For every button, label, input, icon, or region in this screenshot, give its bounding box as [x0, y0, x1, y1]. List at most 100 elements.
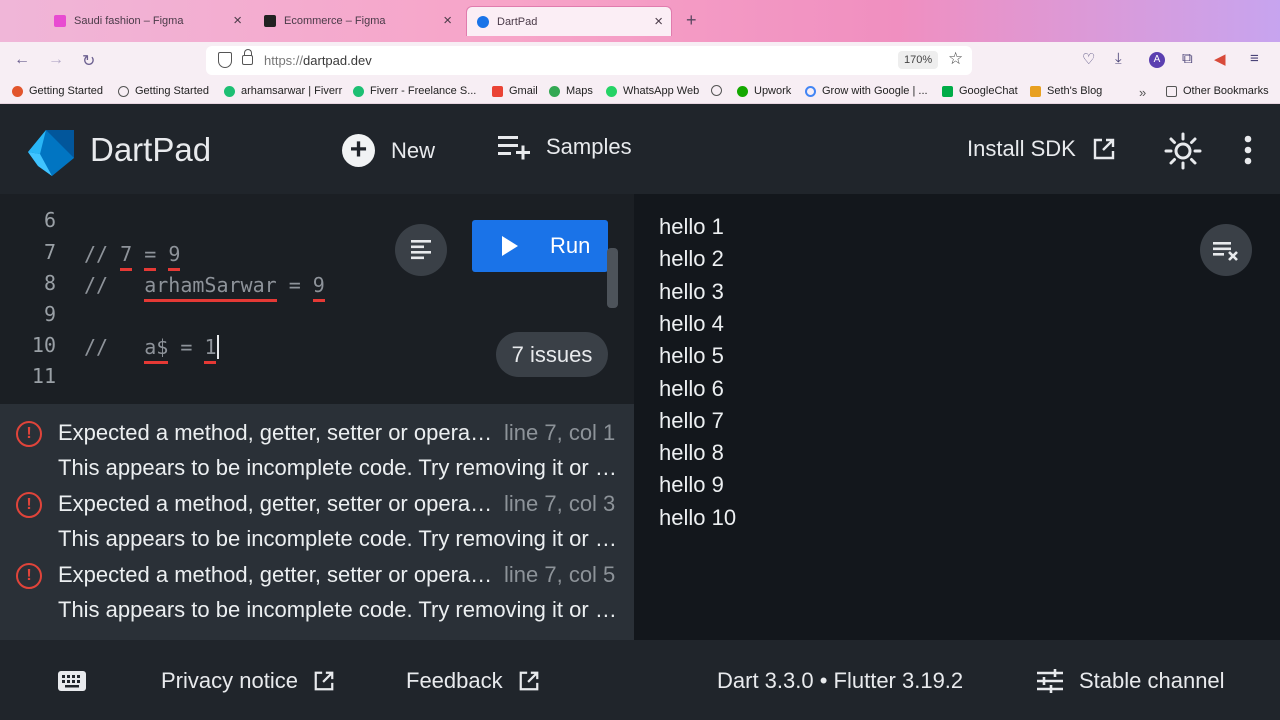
bookmark-item[interactable]: Maps — [549, 85, 593, 97]
editor-scrollbar[interactable] — [607, 248, 618, 308]
line-number: 9 — [43, 302, 56, 326]
keyboard-shortcuts-button[interactable] — [58, 671, 86, 691]
new-label: New — [391, 137, 436, 163]
text-cursor — [217, 335, 220, 359]
shield-icon[interactable] — [218, 52, 232, 68]
code-token-error: 1 — [204, 335, 217, 364]
line-number: 8 — [43, 271, 56, 295]
console-line: hello 5 — [659, 343, 724, 368]
bookmark-item[interactable] — [711, 85, 728, 96]
plus-circle-icon: + — [342, 134, 375, 167]
tab-ecommerce[interactable]: Ecommerce – Figma × — [254, 6, 460, 36]
firefox-icon — [12, 85, 23, 97]
back-arrow-icon[interactable]: ← — [14, 51, 30, 69]
figma-icon — [264, 15, 276, 27]
bookmark-item[interactable]: GoogleChat — [942, 85, 1018, 97]
problems-panel: ! Expected a method, getter, setter or o… — [0, 404, 634, 640]
problem-item[interactable]: ! Expected a method, getter, setter or o… — [0, 546, 634, 622]
extensions-icon[interactable]: ⧉ — [1182, 50, 1193, 67]
tab-dartpad[interactable]: DartPad × — [466, 6, 672, 36]
bookmark-item[interactable]: Seth's Blog — [1030, 85, 1102, 97]
download-icon[interactable]: ⤓ — [1115, 50, 1122, 67]
close-icon[interactable]: × — [654, 13, 663, 30]
format-button[interactable] — [395, 224, 447, 276]
bookmark-item[interactable]: Fiverr - Freelance S... — [353, 85, 476, 97]
seths-blog-icon — [1030, 85, 1041, 97]
bookmark-item[interactable]: WhatsApp Web — [606, 85, 699, 97]
bookmark-label: GoogleChat — [959, 85, 1018, 97]
bookmark-label: Getting Started — [29, 85, 103, 97]
code-line-8[interactable]: // arhamSarwar = 9 — [84, 273, 325, 302]
address-bar[interactable]: https://dartpad.dev 170% ☆ — [206, 46, 972, 75]
bookmark-item[interactable]: Getting Started — [12, 85, 103, 97]
code-token-error: 9 — [168, 242, 181, 271]
bookmark-label: Gmail — [509, 85, 538, 97]
chevron-right-icon[interactable]: » — [1139, 85, 1146, 100]
code-token: = — [276, 273, 313, 297]
console-line: hello 4 — [659, 311, 724, 336]
account-avatar-icon[interactable]: A — [1149, 52, 1165, 68]
samples-button[interactable]: Samples — [498, 134, 632, 160]
bookmark-label: Seth's Blog — [1047, 85, 1103, 97]
issues-count-badge[interactable]: 7 issues — [496, 332, 608, 377]
lock-icon[interactable] — [242, 49, 253, 65]
theme-sun-icon[interactable] — [1164, 132, 1202, 170]
forward-arrow-icon[interactable]: → — [48, 51, 64, 69]
problem-message: Expected a method, getter, setter or ope… — [58, 420, 496, 445]
line-number: 11 — [31, 364, 56, 388]
code-token-error: arhamSarwar — [144, 273, 277, 302]
bookmark-item[interactable]: Getting Started — [118, 85, 209, 97]
speaker-icon[interactable]: ◀ — [1214, 50, 1226, 68]
error-icon: ! — [16, 492, 42, 518]
problem-detail: This appears to be incomplete code. Try … — [58, 597, 618, 622]
problem-message: Expected a method, getter, setter or ope… — [58, 491, 496, 516]
code-token: // — [84, 335, 145, 359]
globe-icon — [118, 85, 129, 97]
console-line: hello 6 — [659, 376, 724, 401]
tab-saudi-fashion[interactable]: Saudi fashion – Figma × — [44, 6, 250, 36]
run-label: Run — [550, 233, 591, 258]
bookmark-star-icon[interactable]: ☆ — [948, 49, 963, 69]
new-tab-button[interactable]: + — [686, 10, 697, 31]
bookmark-item[interactable]: Gmail — [492, 85, 538, 97]
bookmark-item[interactable]: Grow with Google | ... — [805, 85, 928, 97]
install-sdk-button[interactable]: Install SDK — [967, 136, 1116, 162]
other-bookmarks[interactable]: Other Bookmarks — [1166, 85, 1269, 97]
clear-console-button[interactable] — [1200, 224, 1252, 276]
folder-icon — [1166, 85, 1177, 97]
privacy-label: Privacy notice — [161, 668, 298, 693]
feedback-link[interactable]: Feedback — [406, 668, 540, 694]
problem-item[interactable]: ! Expected a method, getter, setter or o… — [0, 475, 634, 551]
privacy-notice-link[interactable]: Privacy notice — [161, 668, 335, 694]
google-icon — [805, 85, 816, 97]
code-line-10[interactable]: // a$ = 1 — [84, 335, 220, 364]
channel-selector[interactable]: Stable channel — [1037, 668, 1225, 694]
line-number: 6 — [43, 208, 56, 232]
open-in-new-icon — [519, 671, 538, 691]
bookmark-item[interactable]: arhamsarwar | Fiverr — [224, 85, 342, 97]
code-token: = — [168, 335, 205, 359]
close-icon[interactable]: × — [233, 12, 242, 29]
bookmark-item[interactable]: Upwork — [737, 85, 791, 97]
code-token: // — [84, 242, 121, 266]
run-button[interactable]: Run — [472, 220, 608, 272]
zoom-level-badge[interactable]: 170% — [898, 51, 939, 69]
code-editor[interactable]: 6 7 8 9 10 11 // 7 = 9 // arhamSarwar = … — [0, 194, 634, 404]
bookmark-label: Upwork — [754, 85, 792, 97]
close-icon[interactable]: × — [443, 12, 452, 29]
problem-item[interactable]: ! Expected a method, getter, setter or o… — [0, 404, 634, 480]
problem-location: line 7, col 5 — [504, 562, 616, 587]
bookmark-label: Getting Started — [135, 85, 209, 97]
reload-icon[interactable]: ↻ — [82, 51, 95, 71]
channel-label: Stable channel — [1079, 668, 1225, 693]
tab-title: DartPad — [497, 15, 538, 28]
console-line: hello 3 — [659, 279, 724, 304]
more-vert-icon[interactable] — [1236, 134, 1260, 166]
menu-icon[interactable]: ≡ — [1250, 50, 1259, 67]
fiverr-icon — [224, 85, 235, 97]
pocket-icon[interactable]: ♡ — [1082, 50, 1095, 68]
code-line-7[interactable]: // 7 = 9 — [84, 242, 181, 271]
new-button[interactable]: + New — [342, 134, 435, 167]
url-text[interactable]: https://dartpad.dev — [264, 53, 372, 68]
maps-pin-icon — [549, 85, 560, 97]
